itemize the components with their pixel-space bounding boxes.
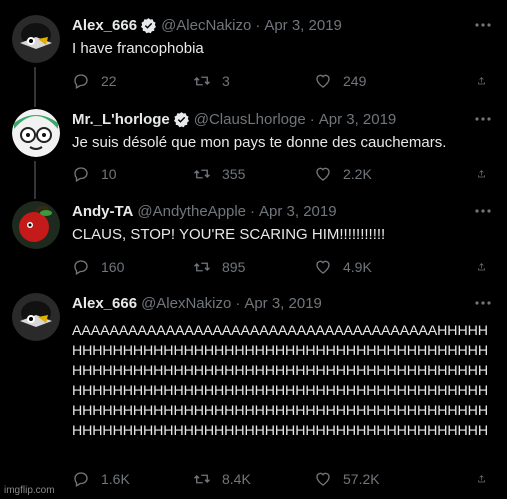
handle[interactable]: @AlecNakizo: [161, 17, 251, 34]
avatar[interactable]: [12, 201, 60, 249]
share-button[interactable]: [477, 258, 497, 276]
reply-icon: [74, 74, 88, 89]
more-options-icon[interactable]: [473, 293, 493, 313]
avatar[interactable]: [12, 15, 60, 63]
handle[interactable]: @AlexNakizo: [141, 295, 231, 312]
retweet-count: 895: [222, 259, 246, 275]
retweet-count: 355: [222, 166, 246, 182]
tweet-text: Je suis désolé que mon pays te donne des…: [72, 134, 447, 151]
timestamp[interactable]: Apr 3, 2019: [259, 203, 337, 220]
like-count: 249: [343, 73, 367, 89]
verified-badge-icon: [173, 111, 189, 127]
verified-badge-icon: [141, 17, 157, 33]
more-options-icon[interactable]: [473, 109, 493, 129]
heart-icon: [316, 74, 330, 88]
reply-icon: [74, 167, 88, 182]
reply-count: 10: [101, 166, 117, 182]
more-options-icon[interactable]: [473, 15, 493, 35]
tweet-header: Alex_666 @AlexNakizo · Apr 3, 2019: [72, 293, 322, 313]
like-count: 4.9K: [343, 259, 372, 275]
share-button[interactable]: [477, 72, 497, 90]
retweet-icon: [194, 474, 210, 484]
share-button[interactable]: [477, 470, 497, 488]
handle[interactable]: @ClausLhorloge: [194, 111, 306, 128]
retweet-button[interactable]: 3: [193, 72, 314, 90]
share-icon: [478, 263, 485, 271]
retweet-count: 3: [222, 73, 230, 89]
display-name[interactable]: Alex_666: [72, 17, 137, 34]
separator-dot: ·: [309, 110, 315, 128]
retweet-icon: [194, 262, 210, 272]
tweet-text: I have francophobia: [72, 40, 204, 57]
retweet-button[interactable]: 355: [193, 165, 314, 183]
tweet-header: Andy-TA @AndytheApple · Apr 3, 2019: [72, 201, 337, 221]
timestamp[interactable]: Apr 3, 2019: [319, 111, 397, 128]
reply-button[interactable]: 1.6K: [72, 470, 193, 488]
like-button[interactable]: 4.9K: [314, 258, 435, 276]
reply-count: 1.6K: [101, 471, 130, 487]
like-button[interactable]: 249: [314, 72, 435, 90]
retweet-button[interactable]: 8.4K: [193, 470, 314, 488]
reply-icon: [74, 260, 88, 275]
like-button[interactable]: 57.2K: [314, 470, 435, 488]
heart-icon: [316, 472, 330, 486]
thread-line: [34, 161, 36, 199]
more-options-icon[interactable]: [473, 201, 493, 221]
reply-button[interactable]: 22: [72, 72, 193, 90]
tweet-text: CLAUS, STOP! YOU'RE SCARING HIM!!!!!!!!!…: [72, 226, 386, 243]
display-name[interactable]: Mr._L'horloge: [72, 111, 170, 128]
separator-dot: ·: [250, 202, 256, 220]
avatar[interactable]: [12, 109, 60, 157]
avatar[interactable]: [12, 293, 60, 341]
tweet-actions: 1.6K 8.4K 57.2K: [72, 469, 497, 489]
separator-dot: ·: [235, 294, 241, 312]
tweet-text: AAAAAAAAAAAAAAAAAAAAAAAAAAAAAAAAAAAAAAAH…: [72, 323, 488, 439]
separator-dot: ·: [255, 16, 261, 34]
reply-button[interactable]: 160: [72, 258, 193, 276]
share-icon: [478, 77, 485, 85]
reply-count: 160: [101, 259, 125, 275]
share-icon: [478, 475, 485, 483]
like-count: 57.2K: [343, 471, 380, 487]
share-icon: [478, 170, 485, 178]
like-button[interactable]: 2.2K: [314, 165, 435, 183]
tweet-header: Alex_666 @AlecNakizo · Apr 3, 2019: [72, 15, 342, 35]
heart-icon: [316, 167, 330, 181]
tweet-actions: 160 895 4.9K: [72, 257, 497, 277]
display-name[interactable]: Andy-TA: [72, 203, 133, 220]
tweet-actions: 10 355 2.2K: [72, 164, 497, 184]
retweet-icon: [194, 76, 210, 86]
like-count: 2.2K: [343, 166, 372, 182]
reply-button[interactable]: 10: [72, 165, 193, 183]
retweet-count: 8.4K: [222, 471, 251, 487]
tweet-actions: 22 3 249: [72, 71, 497, 91]
retweet-button[interactable]: 895: [193, 258, 314, 276]
tweet-header: Mr._L'horloge @ClausLhorloge · Apr 3, 20…: [72, 109, 396, 129]
heart-icon: [316, 260, 330, 274]
watermark: imgflip.com: [4, 485, 55, 496]
display-name[interactable]: Alex_666: [72, 295, 137, 312]
share-button[interactable]: [477, 165, 497, 183]
retweet-icon: [194, 169, 210, 179]
timestamp[interactable]: Apr 3, 2019: [264, 17, 342, 34]
timestamp[interactable]: Apr 3, 2019: [244, 295, 322, 312]
reply-count: 22: [101, 73, 117, 89]
handle[interactable]: @AndytheApple: [137, 203, 246, 220]
thread-line: [34, 67, 36, 107]
reply-icon: [74, 472, 88, 487]
